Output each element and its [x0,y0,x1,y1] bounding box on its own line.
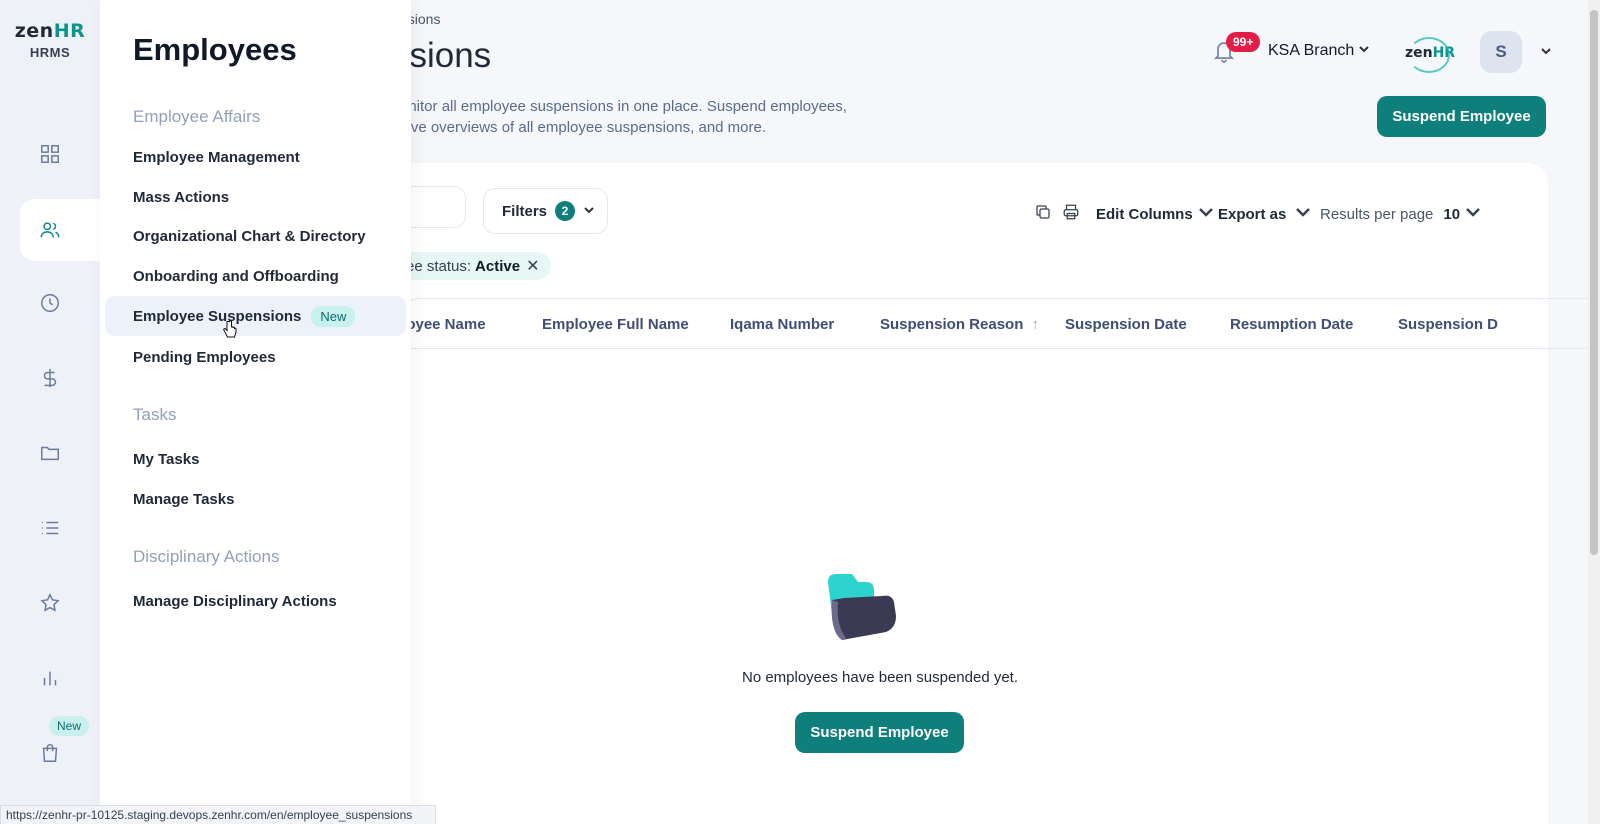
results-per-page-select[interactable]: Results per page 10 [1320,203,1482,225]
chevron-down-icon [583,203,595,220]
rail-item-payroll[interactable] [20,347,100,409]
section-disciplinary-actions: Disciplinary Actions [133,547,280,566]
folder-icon [41,446,59,461]
column-suspension-date[interactable]: Suspension Date [1065,316,1187,333]
section-employee-affairs: Employee Affairs [133,107,261,126]
export-as-label: Export as [1218,205,1287,223]
results-per-page-label: Results per page [1320,205,1434,223]
suspend-employee-button[interactable]: Suspend Employee [1377,96,1546,137]
users-icon [40,222,60,238]
rail-item-dashboard[interactable] [20,123,100,185]
menu-item-my-tasks[interactable]: My Tasks [105,439,406,479]
rail-item-reports[interactable] [20,647,100,709]
filters-button[interactable]: Filters 2 [483,188,608,234]
printer-icon [1063,204,1079,220]
filters-count-badge: 2 [555,201,576,221]
bar-chart-icon [43,671,57,686]
menu-item-label: Employee Management [133,148,300,166]
column-resumption-date[interactable]: Resumption Date [1230,316,1353,333]
star-icon [40,593,60,612]
menu-item-manage-tasks[interactable]: Manage Tasks [105,479,406,519]
empty-state-folder-illustration [828,574,896,640]
rail-item-lists[interactable] [20,497,100,559]
page-description: onitor all employee suspensions in one p… [400,98,847,136]
print-button[interactable] [1062,203,1080,221]
menu-item-label: Manage Disciplinary Actions [133,592,337,610]
flyout-title: Employees [133,32,297,67]
results-per-page-value: 10 [1443,205,1461,223]
menu-item-manage-disciplinary-actions[interactable]: Manage Disciplinary Actions [105,581,406,621]
menu-item-pending-employees[interactable]: Pending Employees [105,337,406,377]
menu-item-label: My Tasks [133,450,200,468]
menu-item-label: Employee Suspensions [133,307,302,325]
menu-item-mass-actions[interactable]: Mass Actions [105,177,406,217]
branch-selector[interactable]: KSA Branch [1268,42,1370,60]
empty-state-suspend-employee-button[interactable]: Suspend Employee [795,712,964,753]
company-logo: zen HR [1404,35,1456,73]
filters-label: Filters [502,202,548,220]
left-rail: zenHR HRMS New [0,0,100,824]
list-icon [41,521,59,535]
menu-item-label: Pending Employees [133,348,276,366]
column-suspension-reason-label: Suspension Reason [880,316,1024,333]
sort-up-arrow-icon: ↑ [1031,316,1040,333]
dollar-icon [43,368,57,388]
rail-item-time[interactable] [20,272,100,334]
notification-count-badge: 99+ [1226,32,1261,52]
column-suspension-duration[interactable]: Suspension D [1398,316,1498,333]
rail-item-employees[interactable] [20,199,100,261]
column-employee-name[interactable]: ployee Name [401,316,486,333]
chevron-down-icon [1358,42,1370,60]
active-filter-chip: ee status: Active ✕ [400,252,552,280]
column-suspension-reason[interactable]: Suspension Reason ↑ [880,316,1039,333]
menu-item-employee-suspensions[interactable]: Employee Suspensions New [105,296,406,338]
company-logo-hr: HR [1432,45,1456,61]
browser-status-url: https://zenhr-pr-10125.staging.devops.ze… [0,805,436,824]
menu-item-employee-management[interactable]: Employee Management [105,137,406,177]
section-tasks: Tasks [133,405,177,424]
edit-columns-dropdown[interactable]: Edit Columns [1096,203,1215,225]
new-badge: New [311,305,356,327]
menu-item-label: Organizational Chart & Directory [133,227,366,245]
chip-value: Active [475,257,521,275]
rail-item-favorites[interactable] [20,572,100,634]
rail-item-store[interactable] [20,722,100,784]
grid-icon [41,145,59,163]
menu-item-label: Onboarding and Offboarding [133,267,339,285]
column-iqama-number[interactable]: Iqama Number [730,316,834,333]
employees-flyout-menu: Employees Employee Affairs Employee Mana… [100,0,411,824]
edit-columns-label: Edit Columns [1096,205,1193,223]
close-icon[interactable]: ✕ [526,256,539,276]
company-logo-zen: zen [1404,45,1433,61]
export-as-dropdown[interactable]: Export as [1218,203,1312,225]
suspensions-table: ployee Name Employee Full Name Iqama Num… [400,298,1600,824]
clock-icon [41,294,59,312]
chevron-down-icon [1197,203,1215,225]
logo-text-hr: HR [53,20,86,42]
chip-prefix: ee status: [406,257,472,275]
menu-item-onboarding-offboarding[interactable]: Onboarding and Offboarding [105,256,406,296]
menu-item-label: Mass Actions [133,188,230,206]
shopping-bag-icon [42,744,58,762]
page-scrollbar[interactable] [1588,0,1600,824]
empty-state-text: No employees have been suspended yet. [741,669,1019,686]
brand-logo[interactable]: zenHR HRMS [14,20,86,60]
chevron-down-icon [1464,203,1482,225]
menu-item-label: Manage Tasks [133,490,235,508]
logo-subtitle: HRMS [29,45,71,60]
logo-text-zen: zen [14,20,54,42]
user-menu-chevron-icon[interactable] [1540,44,1552,62]
copy-button[interactable] [1034,203,1052,221]
copy-icon [1036,205,1050,219]
rail-item-documents[interactable] [20,422,100,484]
table-header-row: ployee Name Employee Full Name Iqama Num… [401,299,1600,349]
chevron-down-icon [1294,203,1312,225]
menu-item-org-chart-directory[interactable]: Organizational Chart & Directory [105,216,406,256]
scrollbar-thumb[interactable] [1590,10,1598,555]
avatar[interactable]: S [1480,31,1522,73]
branch-label: KSA Branch [1268,42,1355,59]
column-employee-full-name[interactable]: Employee Full Name [542,316,689,333]
